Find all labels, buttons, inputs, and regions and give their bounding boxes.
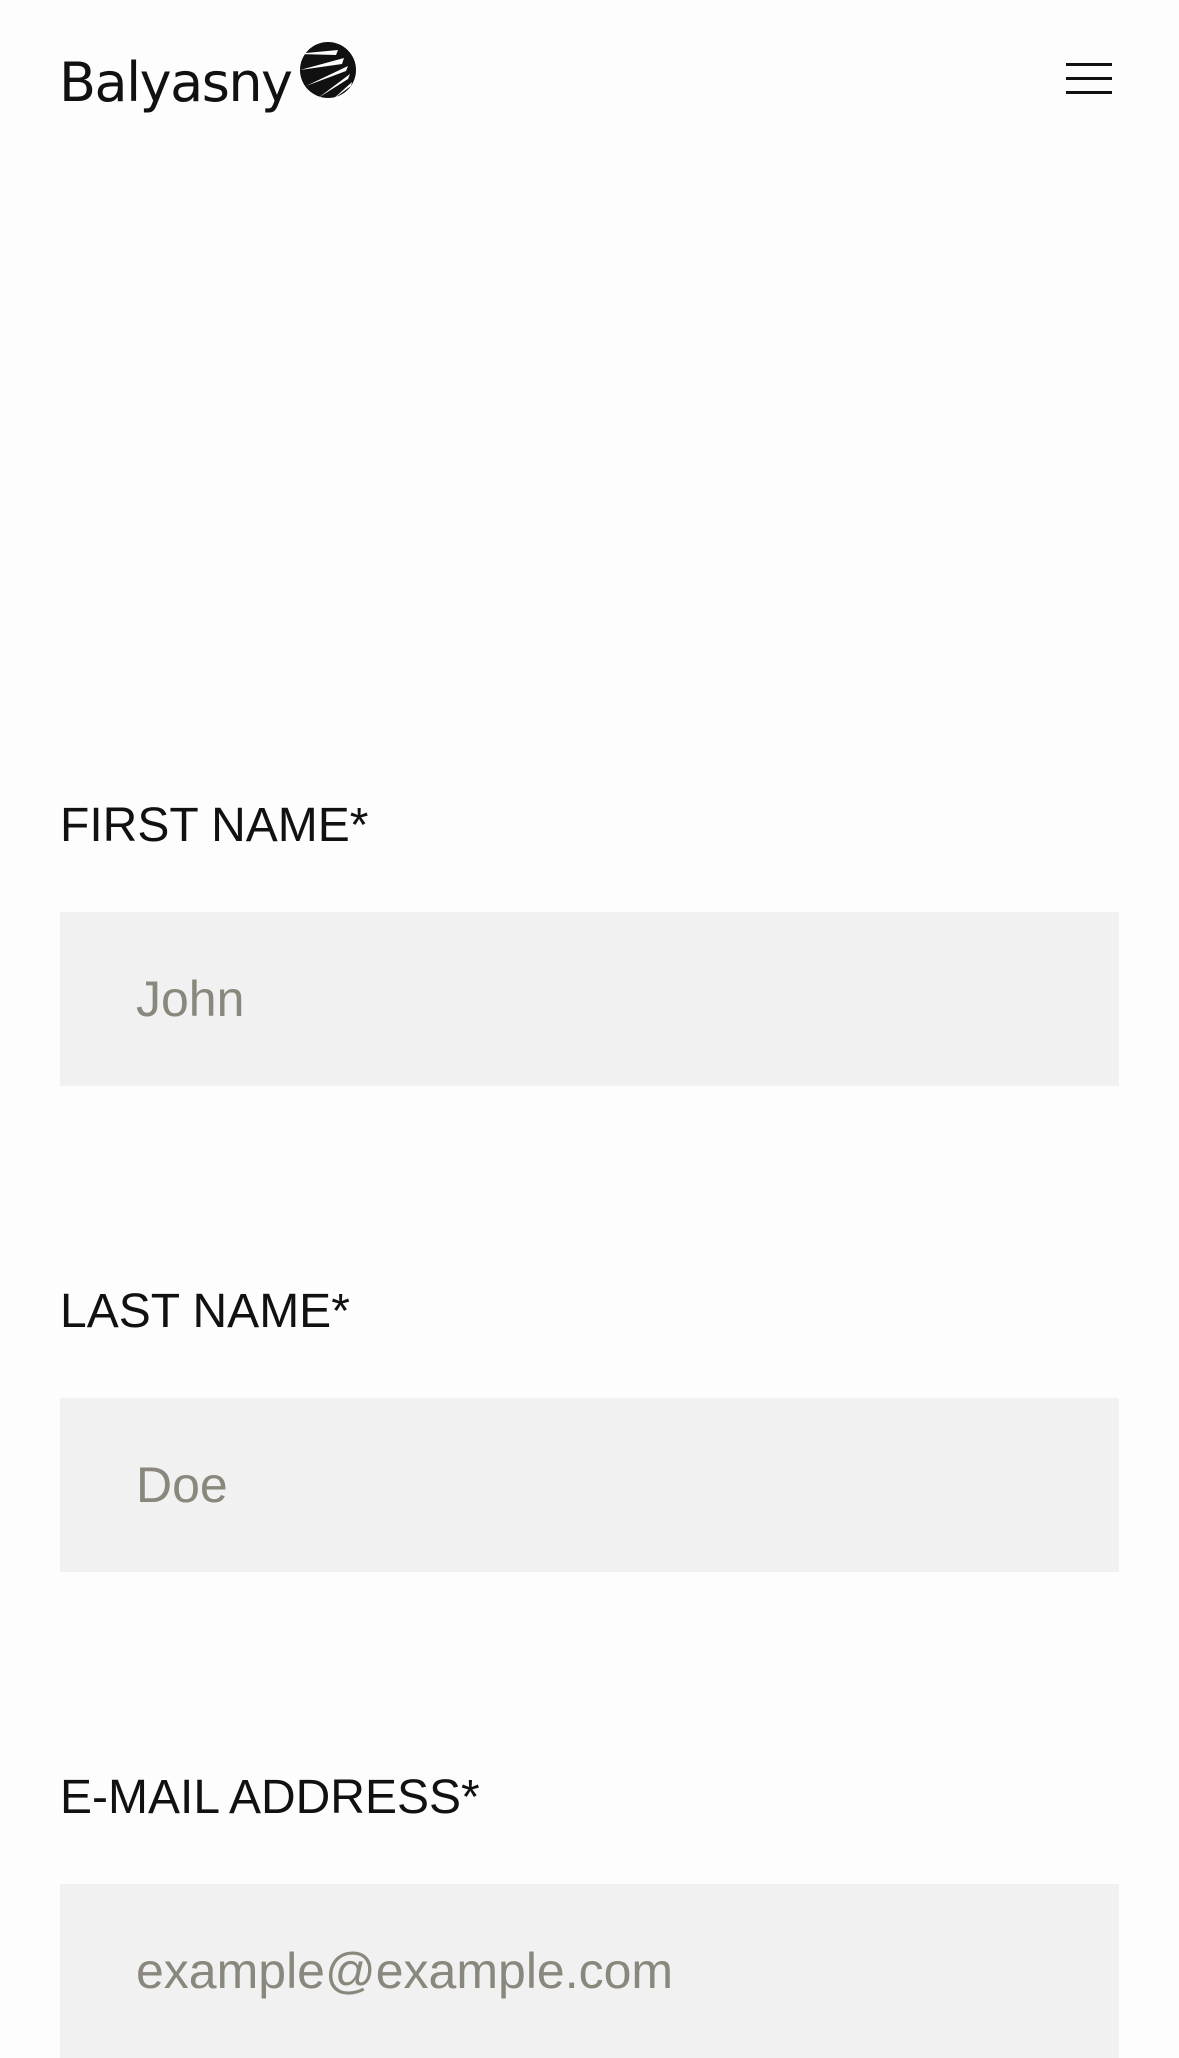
site-header: Balyasny xyxy=(0,0,1179,150)
last-name-label: LAST NAME* xyxy=(60,1285,350,1338)
balyasny-logo[interactable]: Balyasny xyxy=(59,34,358,114)
email-label: E-MAIL ADDRESS* xyxy=(60,1771,480,1824)
first-name-input[interactable] xyxy=(60,912,1119,1086)
logo-mark-icon xyxy=(297,42,356,100)
first-name-label: FIRST NAME* xyxy=(60,799,369,852)
last-name-input[interactable] xyxy=(60,1398,1119,1572)
menu-button[interactable] xyxy=(1055,54,1123,104)
email-input[interactable] xyxy=(60,1884,1119,2058)
logo-wordmark: Balyasny xyxy=(59,51,293,114)
hamburger-menu-icon xyxy=(1066,63,1112,94)
